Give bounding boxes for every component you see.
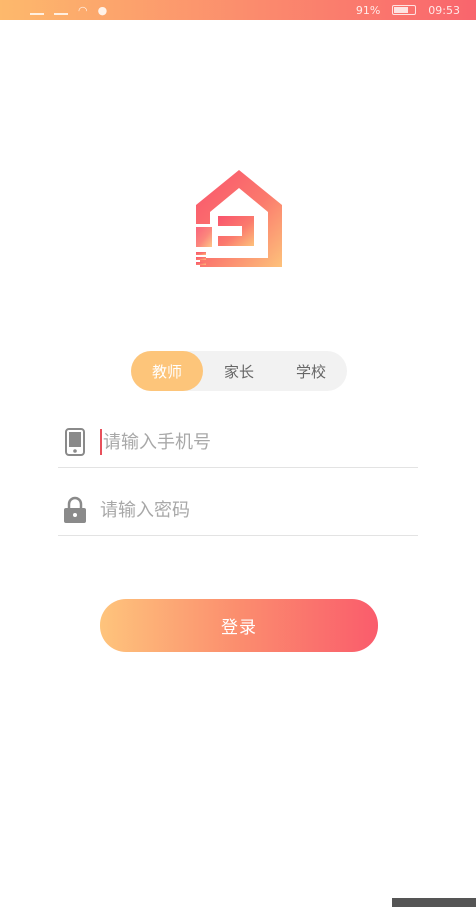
text-caret: [100, 429, 102, 455]
status-time: 09:53: [428, 3, 460, 17]
tab-teacher[interactable]: 教师: [131, 351, 203, 391]
home-indicator: [392, 898, 476, 907]
battery-icon: [392, 5, 417, 15]
phone-field: [58, 417, 418, 468]
password-field: [58, 485, 418, 536]
tab-parent[interactable]: 家长: [203, 351, 275, 391]
status-bar: ◠ ● 91% 09:53: [0, 0, 476, 20]
wifi-icon: ◠: [78, 3, 88, 17]
signal-icon: [30, 5, 44, 15]
role-switch: 教师 家长 学校: [131, 351, 347, 391]
lock-icon: [60, 495, 90, 525]
status-left-icons: ◠ ●: [30, 4, 107, 17]
house-logo-icon: [196, 170, 282, 268]
phone-input[interactable]: [103, 427, 403, 457]
login-button[interactable]: 登录: [100, 599, 378, 652]
battery-text: 91%: [355, 3, 381, 17]
phone-icon: [60, 427, 90, 457]
signal-icon-2: [54, 5, 68, 15]
tab-school[interactable]: 学校: [275, 351, 347, 391]
password-input[interactable]: [100, 495, 400, 525]
notification-icon: ●: [97, 3, 108, 17]
status-right: 91% 09:53: [356, 4, 460, 17]
